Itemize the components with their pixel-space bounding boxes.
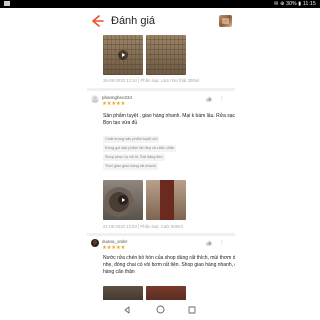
nav-home-icon[interactable] [156,305,165,314]
review-photo[interactable] [146,286,186,300]
back-arrow-icon[interactable] [90,14,104,28]
avatar[interactable] [91,95,99,103]
review-text: Sản phẩm tuyệt , giao hàng nhanh. Mại k … [103,113,235,126]
review-video-thumbnail[interactable] [103,180,143,220]
review-photo[interactable] [146,180,186,220]
review-meta: 21-08-2020 12:53 | Phân loại: Cafe 500ml [103,224,183,229]
status-bar: ✉ ⊕ 30% ▮ 11:15 [0,0,320,8]
more-vertical-icon[interactable]: ⋮ [219,96,225,102]
rating-stars: ★★★★★ [102,101,126,107]
divider [87,88,235,91]
sim-icon [4,1,10,6]
review-photo[interactable] [146,35,186,75]
review-tag: Chất lượng sản phẩm tuyệt vời [103,136,160,143]
review-text: Nước rửa chén bồ hòn của shop dùng rất t… [103,255,235,275]
system-nav-bar [0,300,320,320]
reviews-list[interactable]: 25-08-2020 12:34 | Phân loại: Làm như th… [87,35,235,300]
review-tag: Rất đáng tiền [138,154,165,161]
status-indicators: ✉ ⊕ 30% ▮ 11:15 [274,1,316,7]
rating-stars: ★★★★★ [102,245,126,251]
page-title: Đánh giá [111,15,156,27]
play-icon[interactable] [118,195,128,205]
review-tag: Đóng gói sản phẩm rất đẹp và chắc chắn [103,145,177,152]
divider [87,233,235,236]
review-tag: Shop phục vụ rất tốt [103,154,141,161]
thumbs-up-icon[interactable] [206,96,212,102]
avatar[interactable] [91,239,99,247]
review-video-thumbnail[interactable] [103,35,143,75]
product-thumbnail[interactable] [219,15,232,27]
nav-back-icon[interactable] [123,306,131,314]
review-meta: 25-08-2020 12:34 | Phân loại: Làm như th… [103,78,200,83]
thumbs-up-icon[interactable] [206,240,212,246]
review-tag: Thời gian giao hàng rất nhanh [103,163,158,170]
app-header: Đánh giá [0,8,320,35]
play-icon[interactable] [118,50,128,60]
review-photo[interactable] [103,286,143,300]
more-vertical-icon[interactable]: ⋮ [219,240,225,246]
nav-recent-apps-icon[interactable] [188,306,196,314]
